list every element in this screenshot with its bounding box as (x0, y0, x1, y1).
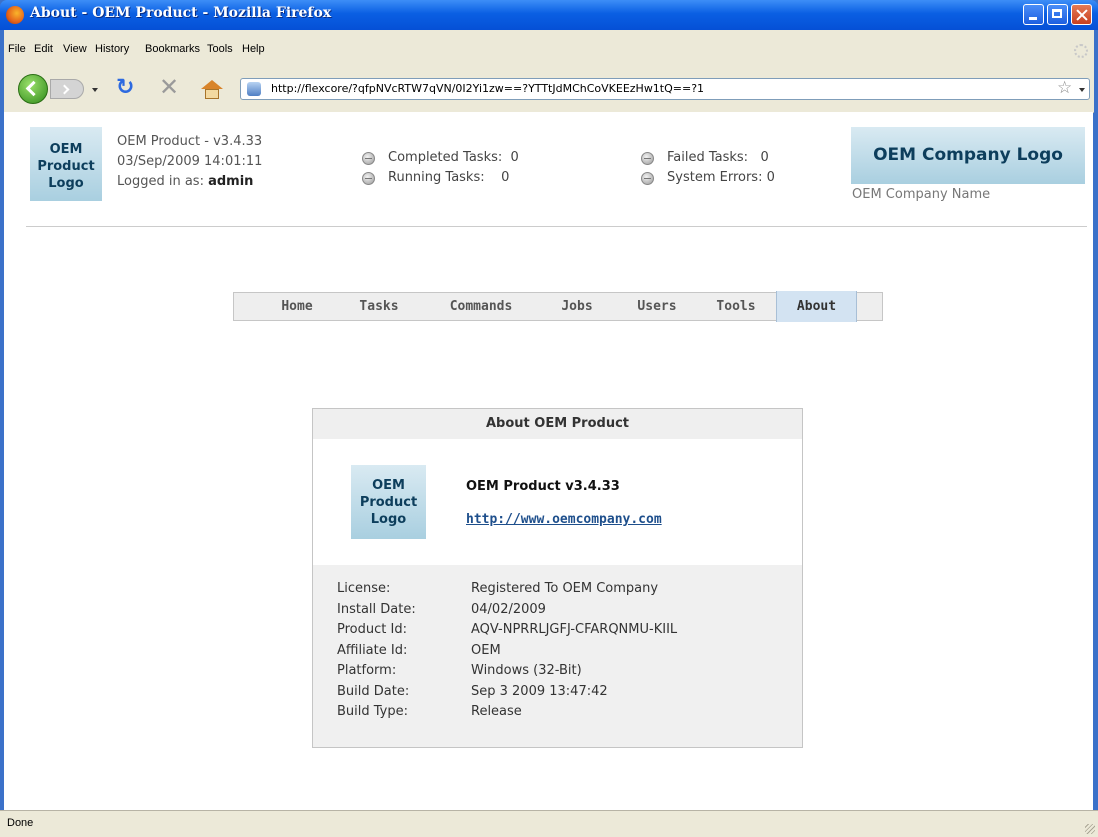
resize-grip-icon[interactable] (1085, 824, 1095, 834)
menu-tools[interactable]: Tools (207, 43, 233, 55)
menu-view[interactable]: View (63, 43, 87, 55)
about-details-table: License: Registered To OEM Company Instal… (337, 581, 677, 725)
menu-history[interactable]: History (95, 43, 129, 55)
tab-tasks[interactable]: Tasks (344, 293, 414, 320)
about-product-logo: OEM Product Logo (351, 465, 426, 539)
detail-key: Product Id: (337, 622, 407, 637)
company-name: OEM Company Name (852, 187, 991, 202)
menu-bar: File Edit View History Bookmarks Tools H… (4, 30, 1094, 66)
firefox-window: About - OEM Product - Mozilla Firefox Fi… (0, 0, 1098, 837)
menu-help[interactable]: Help (242, 43, 265, 55)
bookmark-star-icon[interactable]: ☆ (1057, 78, 1072, 98)
maximize-button[interactable] (1047, 4, 1068, 25)
detail-key: Build Type: (337, 704, 409, 719)
about-product-section: OEM Product Logo OEM Product v3.4.33 htt… (313, 439, 802, 565)
title-bar: About - OEM Product - Mozilla Firefox (0, 0, 1098, 30)
product-logo: OEM Product Logo (30, 127, 102, 201)
menu-bookmarks[interactable]: Bookmarks (145, 43, 200, 55)
detail-row-build-date: Build Date: Sep 3 2009 13:47:42 (337, 684, 677, 705)
task-status-left: Completed Tasks: 0 Running Tasks: 0 (362, 148, 519, 188)
detail-value: 04/02/2009 (471, 601, 546, 617)
close-button[interactable] (1071, 4, 1092, 25)
tab-home[interactable]: Home (262, 293, 332, 320)
header-divider (26, 226, 1087, 227)
detail-row-platform: Platform: Windows (32-Bit) (337, 663, 677, 684)
window-title: About - OEM Product - Mozilla Firefox (30, 5, 332, 21)
logo-line: OEM (49, 141, 83, 157)
system-errors-text: System Errors: 0 (667, 170, 775, 185)
logged-in-line: Logged in as: admin (117, 172, 262, 192)
url-text[interactable]: http://flexcore/?qfpNVcRTW7qVN/0I2Yi1zw=… (271, 82, 704, 95)
history-dropdown-icon[interactable] (92, 88, 98, 92)
status-led-icon (362, 172, 375, 185)
logo-line: Product (359, 494, 418, 510)
detail-row-build-type: Build Type: Release (337, 704, 677, 725)
detail-row-affiliate-id: Affiliate Id: OEM (337, 643, 677, 664)
running-tasks-text: Running Tasks: 0 (388, 170, 510, 185)
tab-commands[interactable]: Commands (431, 293, 531, 320)
firefox-icon (6, 6, 24, 24)
main-nav: Home Tasks Commands Jobs Users Tools Abo… (233, 291, 883, 322)
task-status-right: Failed Tasks: 0 System Errors: 0 (641, 148, 775, 188)
detail-key: Platform: (337, 663, 397, 678)
detail-value: Registered To OEM Company (471, 581, 659, 596)
reload-icon[interactable]: ↻ (116, 75, 134, 100)
running-tasks: Running Tasks: 0 (362, 168, 519, 188)
logo-line: Logo (48, 175, 84, 191)
page-content: OEM Product Logo OEM Product - v3.4.33 0… (4, 112, 1093, 810)
about-panel: About OEM Product OEM Product Logo OEM P… (312, 408, 803, 748)
forward-button[interactable] (50, 79, 84, 99)
site-identity-icon[interactable] (247, 82, 261, 96)
about-product-name: OEM Product v3.4.33 (466, 479, 620, 494)
about-panel-title: About OEM Product (313, 409, 802, 439)
detail-value: Windows (32-Bit) (471, 663, 582, 678)
detail-key: Affiliate Id: (337, 642, 408, 658)
about-details: License: Registered To OEM Company Instal… (313, 565, 802, 747)
tab-jobs[interactable]: Jobs (542, 293, 612, 320)
address-bar[interactable]: http://flexcore/?qfpNVcRTW7qVN/0I2Yi1zw=… (240, 78, 1090, 100)
throbber-icon (1074, 44, 1088, 58)
status-led-icon (362, 152, 375, 165)
header-info: OEM Product - v3.4.33 03/Sep/2009 14:01:… (117, 132, 262, 192)
company-logo: OEM Company Logo (851, 127, 1085, 184)
detail-value: OEM (471, 642, 501, 658)
home-icon[interactable] (201, 80, 223, 100)
detail-value: AQV-NPRRLJGFJ-CFARQNMU-KIIL (471, 622, 678, 637)
detail-row-install-date: Install Date: 04/02/2009 (337, 602, 677, 623)
logo-line: Logo (370, 511, 407, 527)
system-errors: System Errors: 0 (641, 168, 775, 188)
detail-value: Release (471, 704, 522, 719)
product-version: OEM Product - v3.4.33 (117, 134, 263, 149)
company-website-link[interactable]: http://www.oemcompany.com (466, 512, 662, 527)
logo-line: OEM (372, 477, 405, 493)
menu-file[interactable]: File (8, 43, 26, 55)
status-text: Done (7, 817, 34, 829)
failed-tasks: Failed Tasks: 0 (641, 148, 775, 168)
logged-in-label: Logged in as: (117, 174, 209, 189)
detail-key: Build Date: (337, 683, 410, 699)
detail-key: License: (337, 581, 391, 596)
status-led-icon (641, 152, 654, 165)
status-led-icon (641, 172, 654, 185)
menu-edit[interactable]: Edit (34, 43, 53, 55)
back-button[interactable] (18, 74, 48, 104)
tab-users[interactable]: Users (622, 293, 692, 320)
url-dropdown-icon[interactable] (1079, 88, 1085, 92)
detail-row-product-id: Product Id: AQV-NPRRLJGFJ-CFARQNMU-KIIL (337, 622, 677, 643)
completed-tasks-text: Completed Tasks: 0 (388, 150, 519, 165)
detail-row-license: License: Registered To OEM Company (337, 581, 677, 602)
tab-tools[interactable]: Tools (701, 293, 771, 320)
status-bar: Done (0, 810, 1098, 837)
completed-tasks: Completed Tasks: 0 (362, 148, 519, 168)
detail-value: Sep 3 2009 13:47:42 (471, 683, 608, 699)
current-datetime: 03/Sep/2009 14:01:11 (117, 154, 263, 169)
failed-tasks-text: Failed Tasks: 0 (667, 150, 769, 165)
logo-line: Product (37, 158, 95, 174)
stop-icon[interactable]: ✕ (159, 73, 179, 101)
detail-key: Install Date: (337, 601, 416, 617)
minimize-button[interactable] (1023, 4, 1044, 25)
tab-about[interactable]: About (776, 291, 857, 322)
username: admin (208, 174, 254, 189)
